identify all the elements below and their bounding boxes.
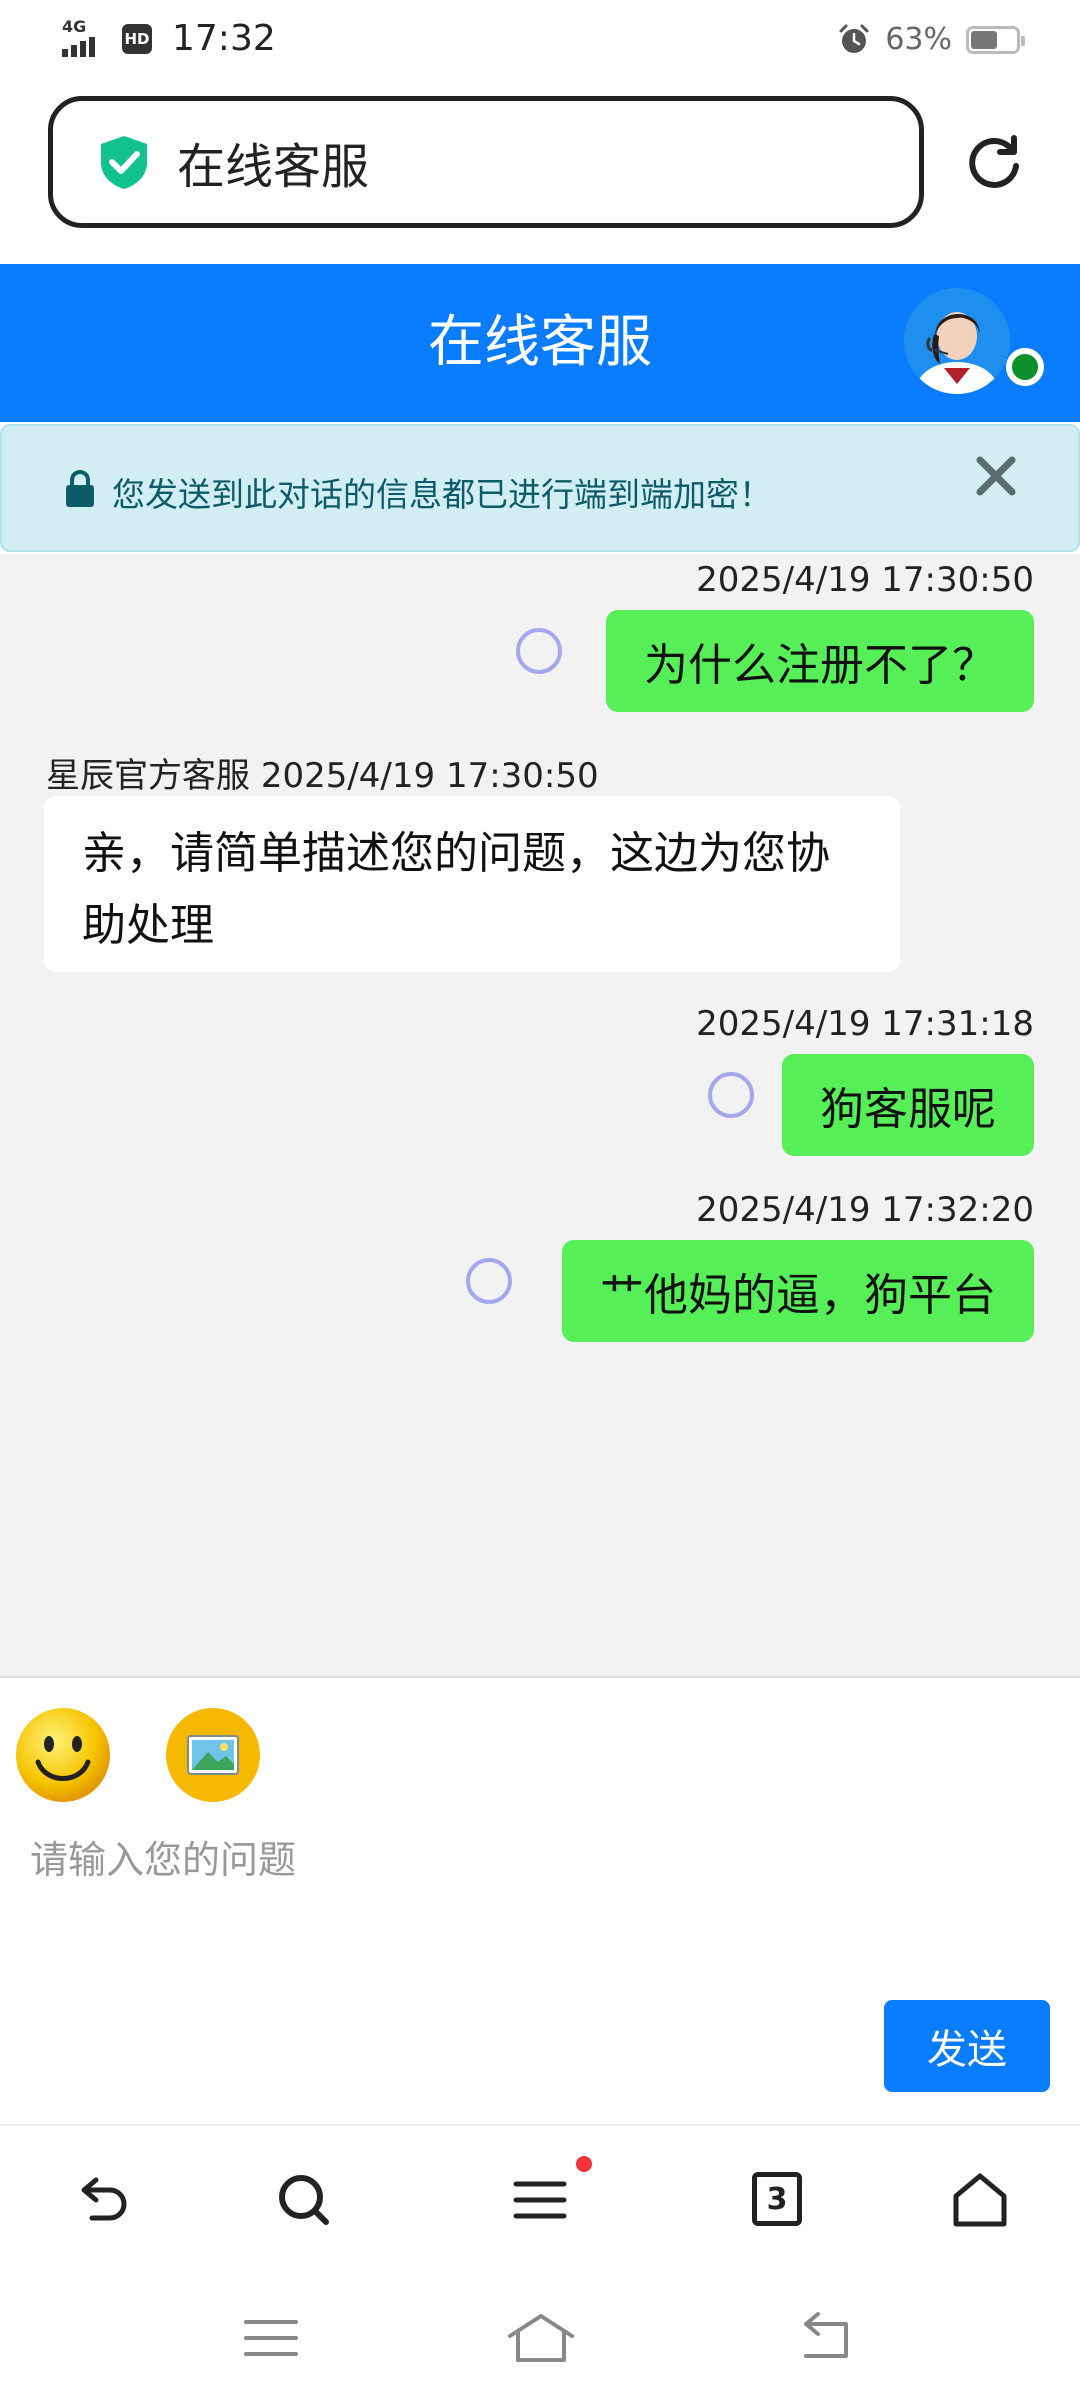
- notice-text: 您发送到此对话的信息都已进行端到端加密！: [112, 475, 772, 514]
- close-icon[interactable]: [972, 452, 1020, 500]
- system-back-icon[interactable]: [790, 2310, 860, 2366]
- refresh-icon[interactable]: [962, 130, 1026, 194]
- message-timestamp: 2025/4/19 17:31:18: [696, 1004, 1034, 1044]
- notification-dot: [576, 2156, 592, 2172]
- search-icon[interactable]: [272, 2168, 336, 2232]
- status-right: 63%: [837, 22, 1025, 57]
- send-button[interactable]: 发送: [884, 2000, 1050, 2092]
- signal-icon: 4G: [62, 16, 108, 59]
- recents-icon[interactable]: [236, 2310, 306, 2366]
- alarm-icon: [839, 24, 869, 53]
- shield-check-icon: [101, 136, 147, 189]
- address-title: 在线客服: [177, 139, 370, 195]
- online-indicator: [1006, 348, 1044, 386]
- encryption-notice: 您发送到此对话的信息都已进行端到端加密！: [0, 424, 1080, 552]
- message-timestamp: 2025/4/19 17:32:20: [696, 1190, 1034, 1230]
- agent-name: 星辰官方客服: [46, 756, 250, 796]
- message-input[interactable]: [30, 1830, 1030, 1890]
- message-status-icon: [708, 1072, 754, 1118]
- lock-icon: [66, 470, 94, 507]
- message-timestamp: 2025/4/19 17:30:50: [696, 560, 1034, 600]
- user-message-bubble[interactable]: 狗客服呢: [782, 1054, 1034, 1156]
- agent-avatar[interactable]: [904, 288, 1010, 394]
- message-status-icon: [466, 1258, 512, 1304]
- image-icon[interactable]: [164, 1706, 262, 1804]
- agent-message-meta: 星辰官方客服 2025/4/19 17:30:50: [46, 748, 599, 797]
- system-home-icon[interactable]: [506, 2310, 576, 2366]
- address-bar[interactable]: 在线客服: [48, 96, 924, 228]
- status-time: 17:32: [172, 18, 276, 59]
- back-icon[interactable]: [70, 2168, 134, 2232]
- battery-percent: 63%: [885, 22, 952, 57]
- network-type: 4G: [62, 16, 87, 36]
- user-message-bubble[interactable]: 为什么注册不了？: [606, 610, 1034, 712]
- user-message-bubble[interactable]: 艹他妈的逼，狗平台: [562, 1240, 1034, 1342]
- emoji-icon[interactable]: [14, 1706, 112, 1804]
- message-status-icon: [516, 628, 562, 674]
- menu-icon[interactable]: [508, 2168, 572, 2232]
- home-icon[interactable]: [948, 2168, 1012, 2232]
- tabs-icon[interactable]: 3: [752, 2172, 802, 2226]
- agent-message-bubble[interactable]: 亲，请简单描述您的问题，这边为您协助处理: [44, 796, 900, 972]
- status-left: 4G HD 17:32: [62, 18, 276, 59]
- message-timestamp: 2025/4/19 17:30:50: [260, 756, 599, 796]
- hd-icon: HD: [122, 23, 152, 54]
- battery-icon: [966, 25, 1025, 54]
- status-bar: 4G HD 17:32 63%: [0, 0, 1080, 88]
